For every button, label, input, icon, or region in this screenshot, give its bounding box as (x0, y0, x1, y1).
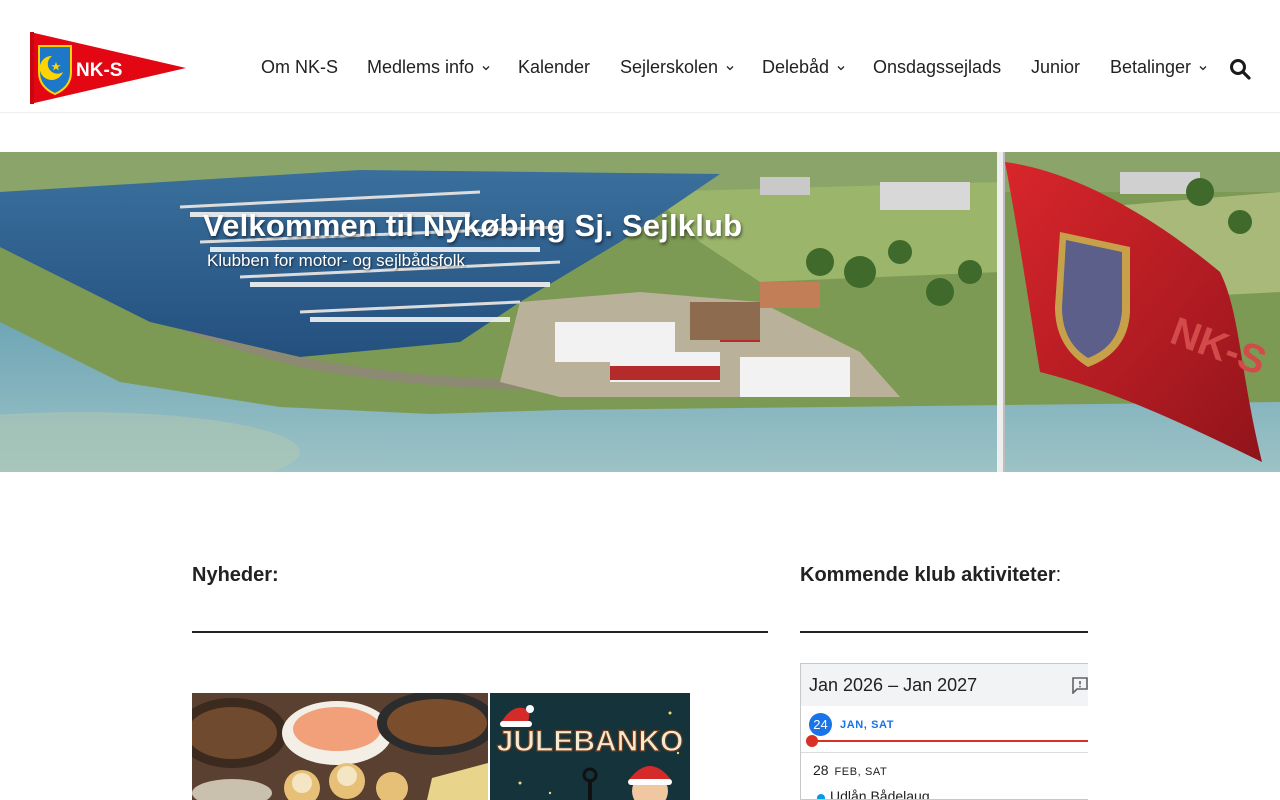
nav-label: Medlems info (367, 57, 475, 77)
nav-item-om-nks[interactable]: Om NK-S (261, 57, 338, 78)
harbor-aerial-image: NK-S (0, 152, 1280, 472)
chevron-down-icon (726, 65, 734, 70)
activities-divider (800, 631, 1088, 633)
nav-item-kalender[interactable]: Kalender (518, 57, 590, 78)
hero-banner: NK-S Velkommen til Nykøbing Sj. Sejlklub… (0, 152, 1280, 472)
site-header: NK-S Om NK-S Medlems info Kalender Sejle… (0, 0, 1280, 113)
nav-item-onsdagssejlads[interactable]: Onsdagssejlads (873, 57, 1001, 78)
nav-label: Onsdagssejlads (873, 57, 1002, 77)
site-logo[interactable]: NK-S (30, 32, 186, 104)
nav-label: Delebåd (762, 57, 830, 77)
hero-subtitle: Klubben for motor- og sejlbådsfolk (207, 251, 465, 270)
now-indicator-line (811, 740, 1088, 742)
today-badge: 24 (809, 713, 832, 736)
nav-item-sejlerskolen[interactable]: Sejlerskolen (620, 57, 734, 78)
search-icon[interactable] (1229, 58, 1251, 80)
nav-label: Om NK-S (261, 57, 339, 77)
chevron-down-icon (837, 65, 845, 70)
nav-item-betalinger[interactable]: Betalinger (1110, 57, 1207, 78)
calendar-widget[interactable]: Jan 2026 – Jan 2027 24 JAN, SAT 28 FEB, … (800, 663, 1088, 800)
svg-text:NK-S: NK-S (76, 60, 122, 81)
news-heading: Nyheder: (192, 564, 279, 586)
nav-item-delebaad[interactable]: Delebåd (762, 57, 845, 78)
nav-label: Kalender (518, 57, 591, 77)
now-indicator-dot (806, 735, 818, 747)
news-card-food[interactable] (192, 693, 488, 800)
calendar-range: Jan 2026 – Jan 2027 (809, 675, 978, 695)
nav-item-junior[interactable]: Junior (1031, 57, 1080, 78)
calendar-header: Jan 2026 – Jan 2027 (801, 664, 1088, 706)
news-card-julebanko[interactable]: JULEBANKO (490, 693, 690, 800)
food-platter-image (192, 693, 488, 800)
feedback-icon[interactable] (1071, 676, 1088, 694)
today-label: JAN, SAT (840, 719, 895, 731)
nav-label: Junior (1031, 57, 1081, 77)
nav-item-medlems-info[interactable]: Medlems info (367, 57, 490, 78)
news-divider (192, 631, 768, 633)
chevron-down-icon (1199, 65, 1207, 70)
event-title[interactable]: Udlån Bådelaug (830, 788, 930, 799)
chevron-down-icon (482, 65, 490, 70)
calendar-divider (801, 752, 1088, 753)
nav-label: Betalinger (1110, 57, 1192, 77)
event-color-dot (817, 794, 825, 799)
activities-heading: Kommende klub aktiviteter: (800, 564, 1062, 586)
nav-label: Sejlerskolen (620, 57, 719, 77)
event-date: 28 FEB, SAT (813, 762, 888, 778)
hero-title: Velkommen til Nykøbing Sj. Sejlklub (203, 208, 743, 243)
julebanko-image: JULEBANKO (490, 693, 690, 800)
svg-text:JULEBANKO: JULEBANKO (497, 725, 684, 758)
